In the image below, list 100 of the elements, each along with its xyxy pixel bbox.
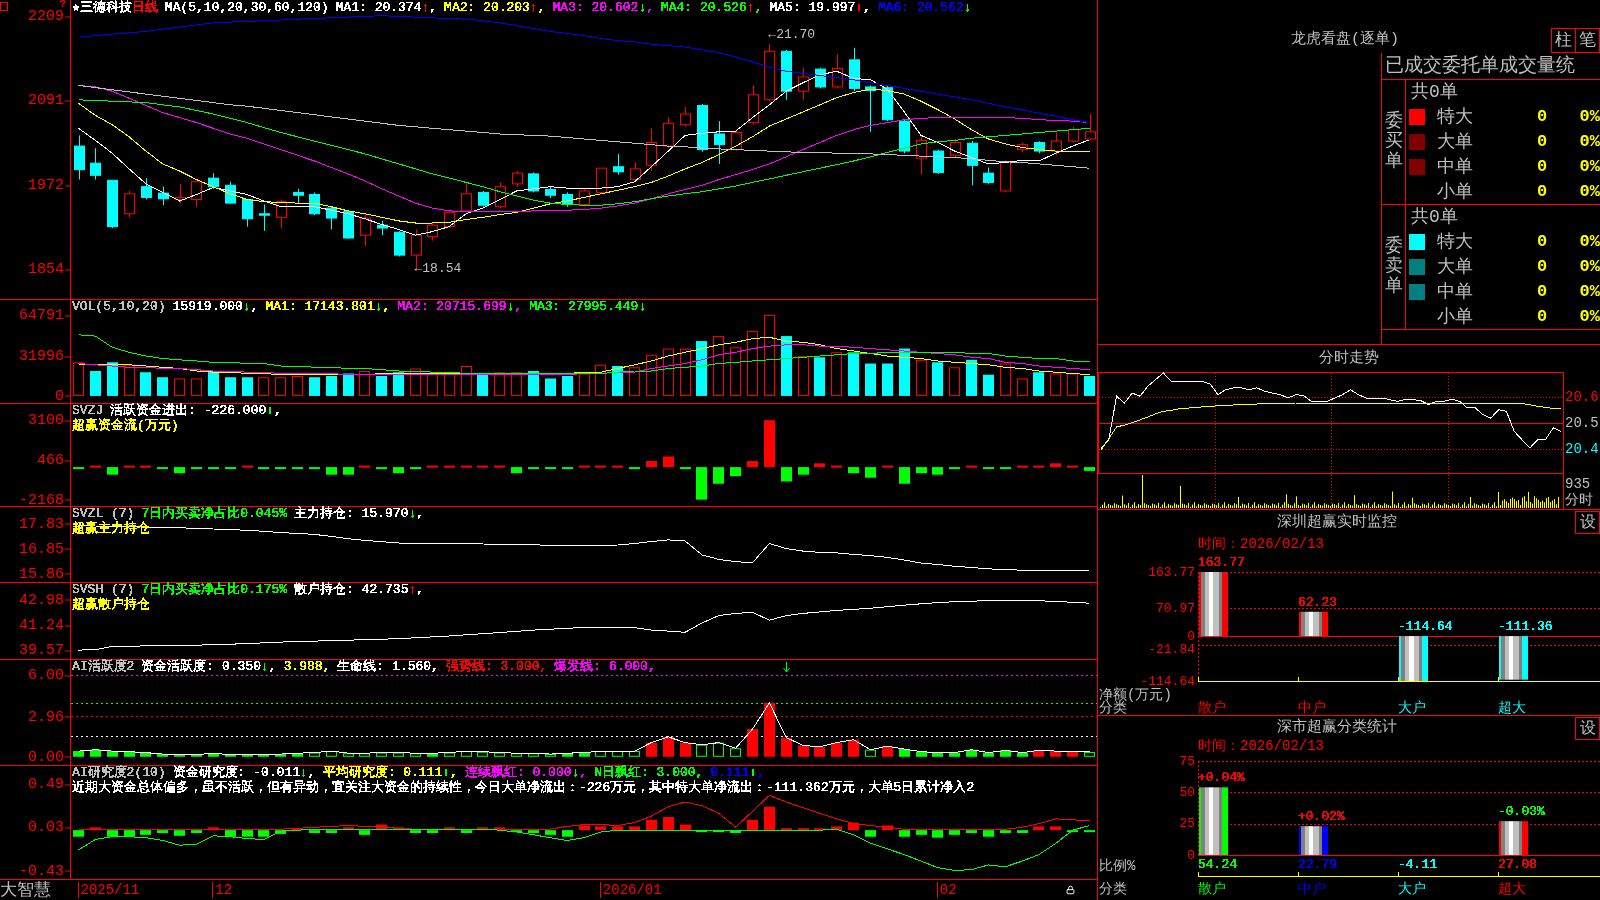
activity-bar	[1067, 751, 1078, 757]
volume-bar	[562, 376, 573, 396]
legend-text: ↓	[374, 300, 383, 313]
research-bar	[730, 830, 741, 833]
volume-bar	[680, 348, 691, 396]
axis-label: 935	[1565, 477, 1591, 491]
legend-text: ↑	[855, 1, 864, 14]
view-button[interactable]: 柱	[1551, 28, 1576, 53]
flow-bar	[612, 465, 623, 468]
research-bar	[646, 819, 657, 831]
legend-text: SVZJ	[72, 404, 104, 417]
activity-bar	[225, 754, 236, 757]
volume-bar	[629, 367, 640, 396]
volume-bar	[275, 377, 286, 396]
axis-title: 分类	[1099, 701, 1127, 715]
activity-bar	[107, 751, 118, 757]
candlestick	[1034, 140, 1045, 154]
research-bar	[157, 830, 168, 833]
value-label: -111.36	[1498, 620, 1553, 635]
volume-bar	[191, 378, 202, 396]
category-label: 大户	[1398, 701, 1426, 715]
legend-text: ,	[382, 300, 391, 313]
view-button[interactable]: 笔	[1575, 28, 1600, 53]
research-bar	[242, 830, 253, 837]
flow-bar	[326, 467, 337, 475]
panel-title: 深圳超赢实时监控	[1276, 514, 1397, 531]
flow-bar	[831, 465, 842, 468]
help-mark[interactable]: ?	[59, 0, 66, 9]
research-bar	[882, 825, 893, 831]
activity-bar	[258, 754, 269, 757]
order-percent: 0%	[1579, 106, 1600, 127]
activity-bar	[747, 729, 758, 757]
candlestick	[916, 134, 927, 176]
order-size-label: 中单	[1437, 156, 1473, 177]
activity-bar	[191, 754, 202, 757]
flow-bar	[376, 467, 387, 470]
axis-label: 20.6	[1565, 389, 1599, 404]
legend-text: MA3: 27995.449	[529, 300, 639, 313]
volume-bar	[579, 373, 590, 396]
activity-bar	[612, 751, 623, 757]
category-bar	[1299, 611, 1328, 637]
flow-bar	[713, 467, 724, 484]
volume-bar	[882, 363, 893, 396]
brand-label: 大智慧	[0, 880, 51, 900]
legend-text: 散户持仓: 42.735	[294, 583, 409, 596]
volume-bar	[747, 331, 758, 396]
volume-bar	[916, 359, 927, 396]
category-label: 大户	[1398, 882, 1426, 896]
legend-text: 活跃资金进出: -226.000	[110, 404, 267, 417]
candlestick	[208, 172, 219, 190]
legend-text: ↓	[408, 507, 417, 520]
research-bar	[191, 830, 202, 833]
square-icon[interactable]	[0, 2, 8, 11]
volume-bar	[798, 356, 809, 396]
legend-text: ↓	[963, 1, 972, 14]
legend-text: ↓	[749, 766, 758, 779]
candlestick	[141, 177, 152, 200]
legend-text: 主力持仓: 15.970	[294, 507, 409, 520]
research-bar	[1000, 830, 1011, 833]
volume-bar	[376, 376, 387, 396]
research-bar	[629, 826, 640, 831]
volume-bar	[696, 341, 707, 396]
research-bar	[124, 830, 135, 837]
flow-bar	[579, 465, 590, 468]
activity-bar	[798, 745, 809, 757]
flow-bar	[1000, 467, 1011, 470]
flow-bar	[764, 420, 775, 468]
activity-bar	[393, 752, 404, 757]
legend-text: 强势线: 3.000,	[445, 660, 548, 673]
activity-bar	[814, 746, 825, 757]
candlestick	[967, 140, 978, 186]
volume-bar	[90, 371, 101, 396]
date-caption: 时间：2026/02/13	[1198, 536, 1324, 552]
axis-label: -21.84	[1148, 642, 1195, 656]
legend-text: 0.111	[710, 766, 750, 779]
candlestick	[882, 85, 893, 122]
flow-bar	[747, 461, 758, 468]
candlestick	[343, 209, 354, 240]
axis-label: 16.85	[19, 542, 70, 556]
axis-label: 2091	[28, 93, 70, 107]
axis-title: 分类	[1099, 882, 1127, 896]
research-bar	[326, 830, 337, 833]
activity-bar	[882, 746, 893, 757]
candlestick	[849, 47, 860, 92]
activity-bar	[916, 751, 927, 757]
settings-button[interactable]: 设	[1575, 717, 1600, 740]
activity-bar	[781, 737, 792, 757]
research-bar	[140, 830, 151, 835]
volume-bar	[612, 366, 623, 396]
lock-icon[interactable]	[1066, 885, 1075, 895]
activity-bar	[848, 739, 859, 757]
activity-bar	[663, 736, 674, 757]
flow-bar	[140, 465, 151, 468]
candlestick	[865, 85, 876, 133]
settings-button[interactable]: 设	[1575, 511, 1600, 534]
order-count: 0	[1536, 156, 1548, 177]
research-bar	[208, 827, 219, 831]
legend-text: ,	[274, 404, 282, 417]
candlestick	[158, 186, 169, 206]
activity-bar	[140, 752, 151, 757]
